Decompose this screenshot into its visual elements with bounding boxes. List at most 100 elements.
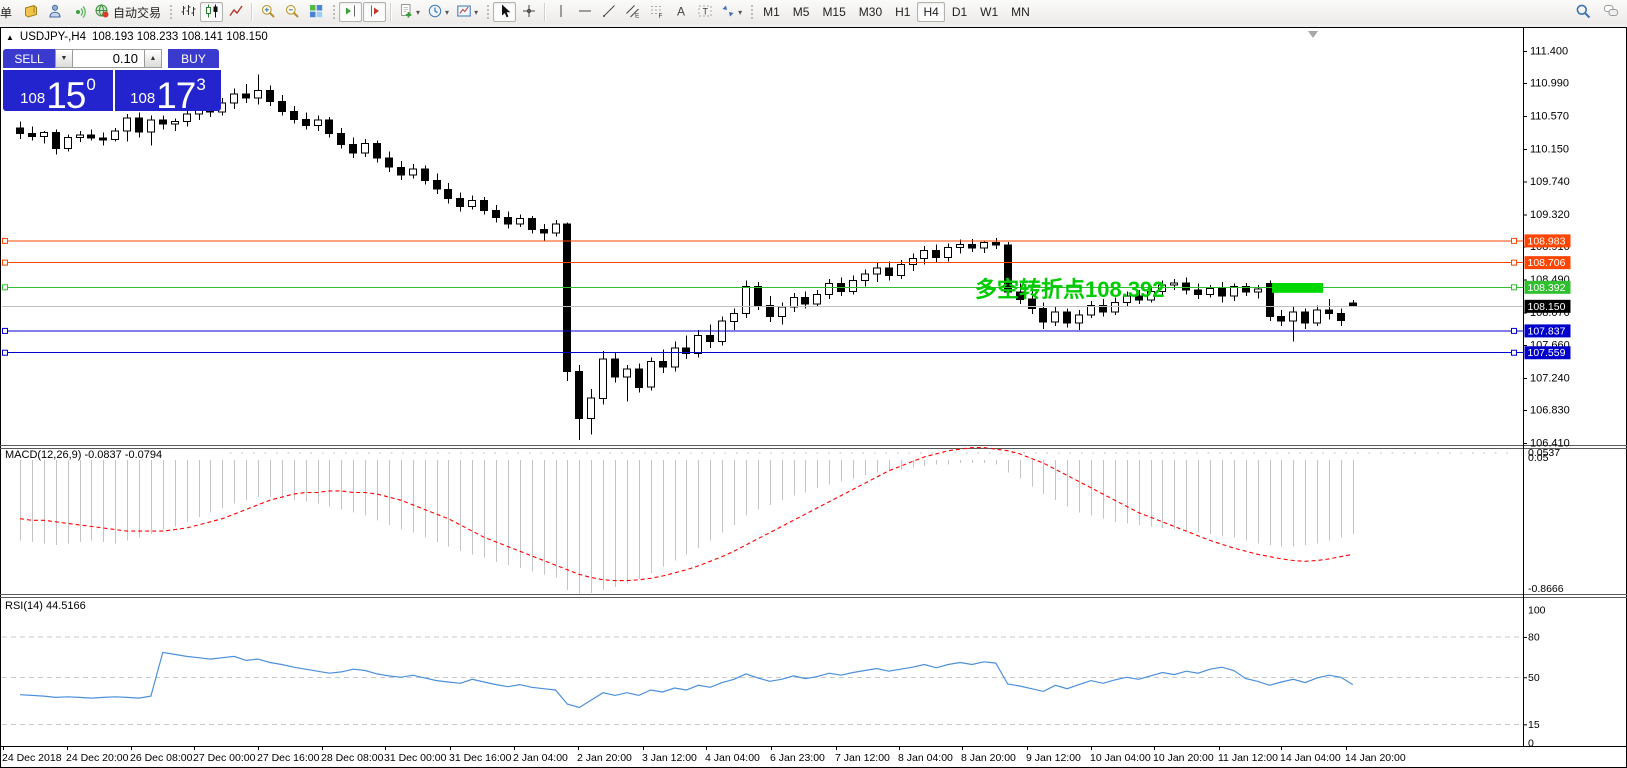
candle-body <box>267 90 274 101</box>
chart-shift-button[interactable] <box>339 2 362 22</box>
toolbar-separator <box>390 3 392 21</box>
time-axis-label: 2 Jan 04:00 <box>513 752 568 764</box>
tf-h1-button[interactable]: H1 <box>889 2 916 22</box>
buy-price-pip: 3 <box>196 75 205 95</box>
candle-body <box>1052 312 1059 322</box>
add-indicator-icon <box>398 3 414 22</box>
line-chart-button[interactable] <box>224 2 247 22</box>
tf-h4-button[interactable]: H4 <box>917 2 944 22</box>
candle-body <box>981 243 988 249</box>
line-marker[interactable] <box>1512 328 1517 333</box>
line-marker[interactable] <box>1512 260 1517 265</box>
candle-body <box>457 199 464 207</box>
candle-body <box>17 128 24 134</box>
highlight-rectangle[interactable] <box>1272 283 1323 293</box>
zoom-out-button[interactable] <box>280 2 303 22</box>
arrows-button[interactable]: ▾ <box>717 2 745 22</box>
auto-scroll-button[interactable] <box>363 2 386 22</box>
line-marker[interactable] <box>3 238 8 243</box>
line-marker[interactable] <box>1512 350 1517 355</box>
chart-canvas[interactable]: 多空转折点108.392111.400110.990110.570110.150… <box>0 0 1627 768</box>
channel-icon: E <box>625 3 641 22</box>
search-icon[interactable] <box>1575 3 1591 24</box>
candle-body <box>41 133 48 137</box>
sell-price-box[interactable]: 108 15 0 <box>3 70 113 111</box>
toolbar-grip[interactable] <box>749 3 754 21</box>
candle-body <box>1112 302 1119 311</box>
volume-increase-button[interactable]: ▲ <box>144 49 162 68</box>
channel-button[interactable]: E <box>621 2 644 22</box>
candlestick-button[interactable] <box>200 2 223 22</box>
price-axis-label: 106.830 <box>1530 405 1570 417</box>
chart-background[interactable] <box>0 27 1627 768</box>
templates-button[interactable]: ▾ <box>453 2 481 22</box>
tf-d1-button[interactable]: D1 <box>946 2 973 22</box>
crosshair-icon <box>521 3 537 22</box>
autotrading-button-label: 自动交易 <box>113 4 161 21</box>
trendline-button[interactable] <box>597 2 620 22</box>
candle-body <box>553 224 560 233</box>
signals-icon[interactable] <box>67 2 90 22</box>
line-marker[interactable] <box>3 285 8 290</box>
volume-input[interactable] <box>73 49 144 68</box>
chat-icon[interactable] <box>1603 3 1619 24</box>
chart-title-bar: ▲ USDJPY-,H4 108.193 108.233 108.141 108… <box>6 31 268 43</box>
tf-m15-button[interactable]: M15 <box>816 2 851 22</box>
chevron-down-icon[interactable]: ▾ <box>738 8 742 17</box>
candle-body <box>374 144 381 158</box>
candle-body <box>326 120 333 133</box>
chevron-down-icon[interactable]: ▾ <box>474 8 478 17</box>
candle-body <box>743 287 750 314</box>
cursor-button[interactable] <box>493 2 516 22</box>
toolbar-grip[interactable] <box>331 3 336 21</box>
time-axis-label: 24 Dec 20:00 <box>66 752 129 764</box>
tile-windows-button[interactable] <box>304 2 327 22</box>
toolbar-grip[interactable] <box>168 3 173 21</box>
tf-m1-button[interactable]: M1 <box>757 2 786 22</box>
line-marker[interactable] <box>3 260 8 265</box>
tf-w1-button[interactable]: W1 <box>974 2 1004 22</box>
buy-button[interactable]: BUY <box>168 49 219 68</box>
horizontal-line-icon <box>577 3 593 22</box>
line-marker[interactable] <box>1512 238 1517 243</box>
candle-body <box>124 118 131 131</box>
buy-price-box[interactable]: 108 17 3 <box>115 70 221 111</box>
time-axis-label: 26 Dec 08:00 <box>130 752 193 764</box>
crosshair-button[interactable] <box>517 2 540 22</box>
window-menu-icon[interactable]: ▲ <box>6 33 14 42</box>
toolbar-grip[interactable] <box>485 3 490 21</box>
candle-body <box>945 247 952 257</box>
candle-body <box>910 258 917 264</box>
profile-icon[interactable] <box>43 2 66 22</box>
chevron-down-icon[interactable]: ▾ <box>445 8 449 17</box>
horizontal-line-button[interactable] <box>573 2 596 22</box>
annotation-text[interactable]: 多空转折点108.392 <box>975 277 1165 302</box>
line-marker[interactable] <box>1512 285 1517 290</box>
tf-m15-button-label: M15 <box>822 5 845 19</box>
price-axis-label: 110.990 <box>1530 78 1569 90</box>
chevron-down-icon[interactable]: ▾ <box>416 8 420 17</box>
tf-m5-button[interactable]: M5 <box>787 2 816 22</box>
text-button[interactable]: A <box>669 2 692 22</box>
new-order-button-label: 单 <box>0 4 12 21</box>
vertical-line-button[interactable] <box>549 2 572 22</box>
sell-button[interactable]: SELL <box>3 49 55 68</box>
zoom-in-button[interactable] <box>256 2 279 22</box>
bar-chart-button[interactable] <box>176 2 199 22</box>
candle-body <box>100 138 107 140</box>
new-order-button[interactable]: 单 <box>0 2 18 22</box>
text-label-button[interactable]: T <box>693 2 716 22</box>
volume-decrease-button[interactable]: ▼ <box>55 49 73 68</box>
periods-button[interactable]: ▾ <box>424 2 452 22</box>
line-marker[interactable] <box>3 328 8 333</box>
candle-body <box>993 243 1000 245</box>
candle-body <box>636 369 643 387</box>
candle-body <box>695 335 702 353</box>
tf-m30-button[interactable]: M30 <box>853 2 888 22</box>
add-indicator-button[interactable]: ▾ <box>395 2 423 22</box>
line-marker[interactable] <box>3 350 8 355</box>
tf-mn-button[interactable]: MN <box>1005 2 1036 22</box>
autotrading-button[interactable]: 自动交易 <box>91 2 164 22</box>
fibonacci-button[interactable]: F <box>645 2 668 22</box>
orders-book-icon[interactable] <box>19 2 42 22</box>
